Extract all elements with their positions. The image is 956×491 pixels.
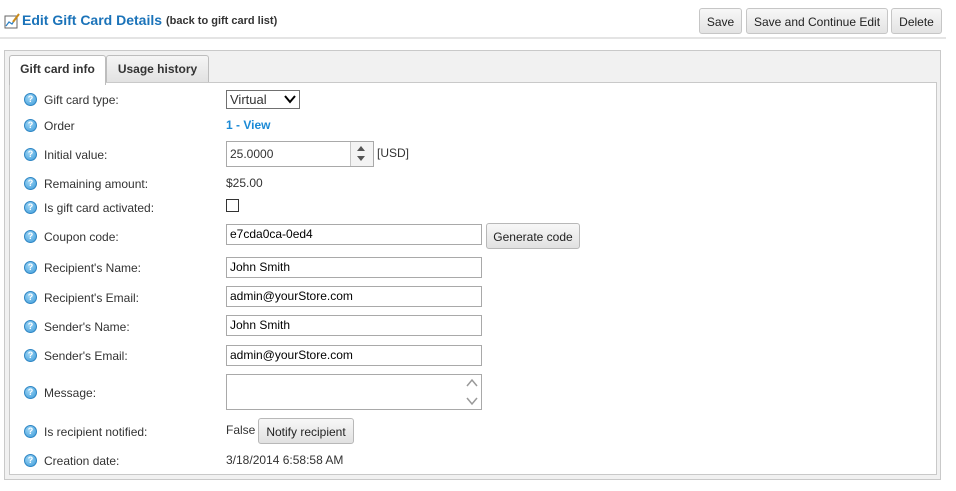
order-label: Order (44, 119, 75, 133)
gift-card-type-select[interactable]: Virtual (226, 90, 300, 109)
coupon-code-input[interactable]: e7cda0ca-0ed4 (226, 224, 482, 245)
sender-name-input[interactable]: John Smith (226, 315, 482, 336)
gift-card-type-label: Gift card type: (44, 93, 119, 107)
tab-content (9, 82, 937, 475)
message-textarea[interactable] (226, 374, 482, 410)
recipient-notified-label: Is recipient notified: (44, 425, 148, 439)
help-icon[interactable]: ? (24, 261, 37, 274)
spinner-down-icon[interactable] (357, 156, 365, 161)
help-icon[interactable]: ? (24, 230, 37, 243)
help-icon[interactable]: ? (24, 349, 37, 362)
order-view-link[interactable]: 1 - View (226, 118, 270, 132)
spinner-up-icon[interactable] (357, 146, 365, 151)
initial-value-label: Initial value: (44, 148, 108, 162)
header-divider (0, 37, 946, 39)
help-icon[interactable]: ? (24, 201, 37, 214)
edit-chart-icon (4, 13, 20, 29)
currency-label: [USD] (377, 146, 410, 160)
help-icon[interactable]: ? (24, 148, 37, 161)
save-button[interactable]: Save (699, 8, 742, 34)
message-label: Message: (44, 386, 97, 400)
creation-date-value: 3/18/2014 6:58:58 AM (226, 453, 344, 467)
gift-card-type-value: Virtual (230, 92, 267, 107)
save-and-continue-button[interactable]: Save and Continue Edit (746, 8, 888, 34)
activated-checkbox[interactable] (226, 199, 239, 212)
activated-label: Is gift card activated: (44, 201, 155, 215)
coupon-code-label: Coupon code: (44, 230, 119, 244)
sender-email-input[interactable]: admin@yourStore.com (226, 345, 482, 366)
generate-code-button[interactable]: Generate code (486, 223, 580, 249)
notify-recipient-button[interactable]: Notify recipient (258, 418, 354, 444)
page-header: Edit Gift Card Details (back to gift car… (0, 0, 956, 40)
help-icon[interactable]: ? (24, 425, 37, 438)
chevron-down-icon (284, 95, 296, 104)
recipient-email-label: Recipient's Email: (44, 291, 139, 305)
help-icon[interactable]: ? (24, 320, 37, 333)
textarea-scroll-arrows-icon[interactable] (465, 377, 479, 407)
tab-gift-card-info[interactable]: Gift card info (9, 55, 106, 85)
delete-button[interactable]: Delete (891, 8, 942, 34)
help-icon[interactable]: ? (24, 93, 37, 106)
page-title[interactable]: Edit Gift Card Details (22, 12, 162, 28)
help-icon[interactable]: ? (24, 119, 37, 132)
recipient-name-input[interactable]: John Smith (226, 257, 482, 278)
help-icon[interactable]: ? (24, 386, 37, 399)
creation-date-label: Creation date: (44, 454, 120, 468)
sender-email-label: Sender's Email: (44, 349, 128, 363)
remaining-amount-label: Remaining amount: (44, 177, 149, 191)
initial-value-input[interactable]: 25.0000 (226, 141, 374, 167)
initial-value-spinner[interactable] (350, 142, 373, 166)
remaining-amount-value: $25.00 (226, 176, 263, 190)
recipient-notified-value: False (226, 423, 256, 437)
tab-usage-history[interactable]: Usage history (106, 55, 209, 83)
sender-name-label: Sender's Name: (44, 320, 130, 334)
help-icon[interactable]: ? (24, 454, 37, 467)
recipient-name-label: Recipient's Name: (44, 261, 141, 275)
back-to-list-link[interactable]: (back to gift card list) (166, 15, 277, 27)
initial-value-text: 25.0000 (230, 147, 274, 161)
help-icon[interactable]: ? (24, 177, 37, 190)
help-icon[interactable]: ? (24, 291, 37, 304)
recipient-email-input[interactable]: admin@yourStore.com (226, 286, 482, 307)
